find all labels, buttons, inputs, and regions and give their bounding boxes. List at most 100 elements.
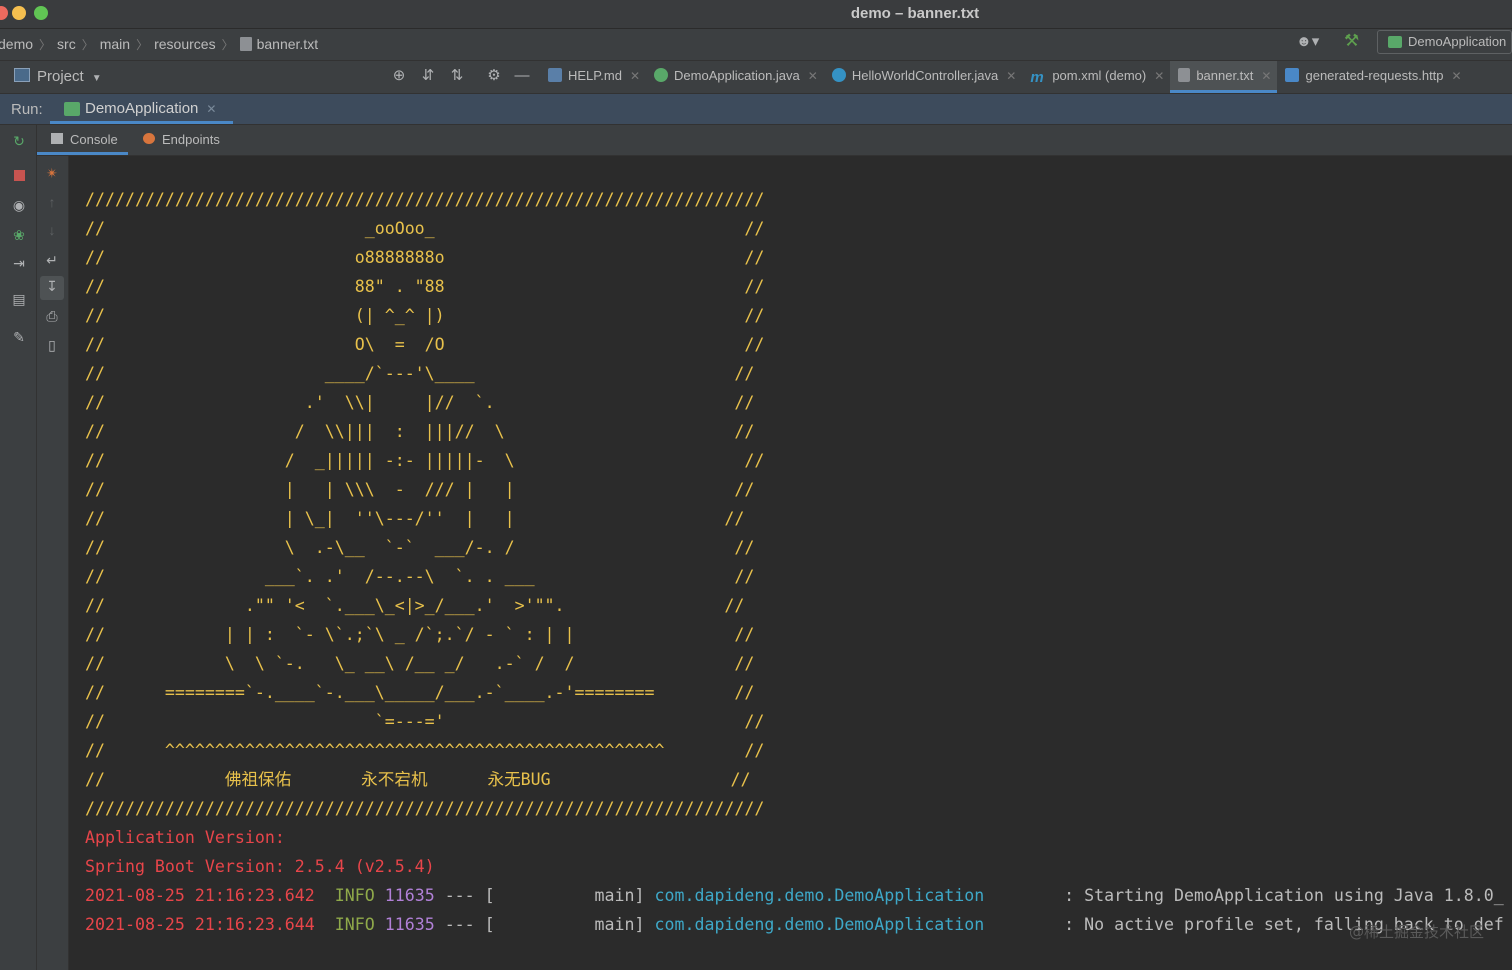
spring-boot-icon [64, 102, 80, 116]
log-separator: --- [ [444, 915, 495, 934]
banner-line: // | \_| ''\---/'' | | // [85, 509, 745, 528]
banner-line: // ^^^^^^^^^^^^^^^^^^^^^^^^^^^^^^^^^^^^^… [85, 741, 765, 760]
pin-icon[interactable]: ✎ [9, 327, 29, 347]
breadcrumb-resources[interactable]: resources [154, 36, 215, 52]
log-line: 2021-08-25 21:16:23.642 INFO 11635 --- [… [85, 881, 1504, 910]
tool-row: Project ▼ ⊕ ⇵ ⇅ ⚙ — HELP.md ✕ DemoApplicati… [0, 61, 1512, 94]
project-icon [14, 68, 30, 82]
banner-line: // `=---=' // [85, 712, 765, 731]
log-separator: --- [ [444, 886, 495, 905]
close-tab-icon[interactable]: ✕ [206, 102, 216, 116]
collapse-all-icon[interactable]: ⇅ [447, 66, 467, 86]
log-logger[interactable]: com.dapideng.demo.DemoApplication [655, 886, 985, 905]
window-title: demo – banner.txt [850, 5, 980, 22]
banner-line: // | | \\\ - /// | | // [85, 480, 755, 499]
banner-line: // _ooOoo_ // [85, 219, 765, 238]
breadcrumb-main[interactable]: main [100, 36, 130, 52]
run-label: Run: [11, 101, 43, 118]
banner-line: ////////////////////////////////////////… [85, 799, 765, 818]
tab-banner-txt[interactable]: banner.txt ✕ [1170, 61, 1278, 93]
down-arrow-icon[interactable]: ↓ [42, 220, 62, 240]
stop-icon[interactable] [9, 166, 29, 186]
banner-line: // ___`. .' /--.--\ `. . ___ // [85, 567, 755, 586]
chevron-right-icon: 〉 [221, 38, 234, 52]
expand-all-icon[interactable]: ⇵ [418, 66, 438, 86]
layout-icon[interactable]: ▤ [9, 289, 29, 309]
close-tab-icon[interactable]: ✕ [1154, 69, 1164, 83]
log-message: : Starting DemoApplication using Java 1.… [1064, 886, 1504, 905]
hide-panel-icon[interactable]: — [512, 66, 532, 86]
spring-boot-icon [1388, 36, 1402, 48]
debug-bug-icon[interactable]: ❀ [9, 225, 29, 245]
tab-endpoints[interactable]: Endpoints [129, 125, 229, 152]
banner-line: ////////////////////////////////////////… [85, 190, 765, 209]
tab-demoapplication-java[interactable]: DemoApplication.java ✕ [646, 61, 824, 93]
breadcrumb-src[interactable]: src [57, 36, 76, 52]
banner-line: // (| ^_^ |) // [85, 306, 765, 325]
tab-helloworldcontroller-java[interactable]: HelloWorldController.java ✕ [824, 61, 1023, 93]
spring-class-icon [654, 68, 669, 82]
console-lines: ////////////////////////////////////////… [85, 185, 1504, 939]
run-tab-demoapplication[interactable]: DemoApplication ✕ [50, 94, 233, 124]
chevron-right-icon: 〉 [39, 38, 52, 52]
up-arrow-icon[interactable]: ↑ [42, 192, 62, 212]
breadcrumb-banner[interactable]: banner.txt [257, 36, 319, 52]
scroll-to-end-icon[interactable]: ↧ [40, 276, 64, 300]
run-configuration-selector[interactable]: DemoApplication [1377, 30, 1512, 54]
banner-line: // .' \\| |// `. // [85, 393, 755, 412]
log-line: 2021-08-25 21:16:23.644 INFO 11635 --- [… [85, 910, 1504, 939]
log-thread: main] [594, 886, 645, 905]
close-tab-icon[interactable]: ✕ [1006, 69, 1016, 83]
tab-console[interactable]: Console [37, 125, 128, 155]
banner-line: // 88" . "88 // [85, 277, 765, 296]
close-tab-icon[interactable]: ✕ [808, 69, 818, 83]
banner-line: // ========`-.____`-.___\_____/___.-`___… [85, 683, 755, 702]
title-bar: demo – banner.txt [0, 0, 1512, 29]
tab-pom-xml[interactable]: m pom.xml (demo) ✕ [1022, 61, 1170, 93]
banner-line: // 佛祖保佑 永不宕机 永无BUG // [85, 770, 751, 789]
banner-line: // | | : `- \`.;`\ _ /`;.`/ - ` : | | // [85, 625, 755, 644]
camera-icon[interactable]: ◉ [9, 195, 29, 215]
banner-line: // / _||||| -:- |||||- \ // [85, 451, 765, 470]
endpoints-icon [143, 133, 155, 144]
close-tab-icon[interactable]: ✕ [630, 69, 640, 83]
close-tab-icon[interactable]: ✕ [1452, 69, 1462, 83]
user-account-icon[interactable]: ☻▾ [1296, 32, 1326, 52]
watermark: @稀土掘金技术社区 [1348, 923, 1484, 941]
close-tab-icon[interactable]: ✕ [1261, 69, 1271, 83]
editor-tabs: HELP.md ✕ DemoApplication.java ✕ HelloWorldC… [540, 61, 1468, 93]
tab-help-md[interactable]: HELP.md ✕ [540, 61, 646, 93]
log-logger[interactable]: com.dapideng.demo.DemoApplication [655, 915, 985, 934]
gear-icon[interactable]: ⚙ [484, 66, 504, 86]
chevron-down-icon: ▼ [91, 73, 102, 84]
exit-icon[interactable]: ⇥ [9, 253, 29, 273]
http-file-icon [1285, 68, 1300, 82]
console-output[interactable]: ////////////////////////////////////////… [69, 156, 1512, 970]
app-version-line: Application Version: [85, 828, 285, 847]
console-tabs-row: Console Endpoints [37, 125, 1512, 156]
log-timestamp: 2021-08-25 21:16:23.644 [85, 915, 315, 934]
log-level: INFO [334, 915, 375, 934]
spring-actions-icon[interactable]: ✴ [42, 163, 62, 183]
soft-wrap-icon[interactable]: ↵ [42, 250, 62, 270]
log-pid: 11635 [384, 886, 435, 905]
java-class-icon [831, 68, 846, 82]
project-view-selector[interactable]: Project ▼ [14, 68, 102, 85]
run-actions-strip: ↻ ◉ ❀ ⇥ ▤ ✎ [0, 125, 37, 970]
print-icon[interactable]: ⎙ [42, 306, 62, 326]
log-thread: main] [594, 915, 645, 934]
rerun-icon[interactable]: ↻ [9, 131, 29, 151]
breadcrumb-demo[interactable]: demo [0, 36, 33, 52]
navigation-bar: demo 〉 src 〉 main 〉 resources 〉 banner.txt ☻▾ ⚒ … [0, 29, 1512, 61]
banner-line: // \ .-\__ `-` ___/-. / // [85, 538, 755, 557]
text-file-icon [1178, 68, 1191, 82]
trash-icon[interactable]: ▯ [42, 335, 62, 355]
locate-target-icon[interactable]: ⊕ [389, 66, 409, 86]
log-pid: 11635 [384, 915, 435, 934]
log-timestamp: 2021-08-25 21:16:23.642 [85, 886, 315, 905]
markdown-file-icon [548, 68, 562, 82]
breadcrumb: demo 〉 src 〉 main 〉 resources 〉 banner.txt [0, 36, 318, 53]
tab-generated-requests-http[interactable]: generated-requests.http ✕ [1277, 61, 1467, 93]
build-hammer-icon[interactable]: ⚒ [1344, 31, 1364, 51]
run-tool-window-header: Run: DemoApplication ✕ [0, 94, 1512, 125]
